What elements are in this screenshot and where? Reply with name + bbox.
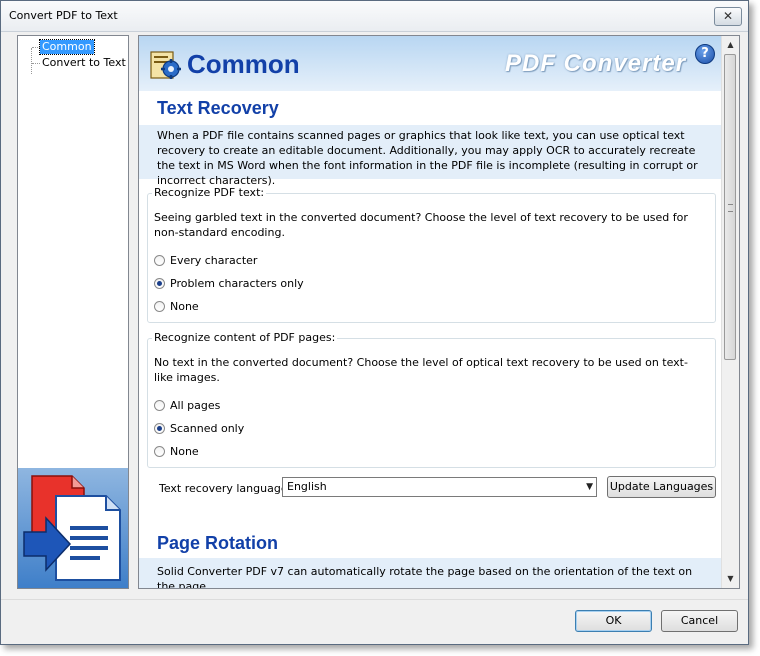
language-select[interactable]: English ▼ [282,477,597,497]
update-languages-button[interactable]: Update Languages [607,476,716,498]
radio-scanned-only[interactable]: Scanned only [154,422,244,436]
radio-none-text[interactable]: None [154,300,199,314]
ok-button[interactable]: OK [575,610,652,632]
dialog-window: Convert PDF to Text ✕ Common Convert to … [0,0,749,645]
recognize-content-group: Recognize content of PDF pages: No text … [147,331,716,468]
settings-gear-icon [149,50,181,80]
cancel-button[interactable]: Cancel [661,610,738,632]
radio-label: Scanned only [170,422,245,435]
scroll-down-icon[interactable]: ▼ [722,572,739,586]
radio-indicator [154,445,165,457]
radio-indicator [154,277,165,289]
radio-all-pages[interactable]: All pages [154,399,220,413]
recognize-text-group: Recognize PDF text: Seeing garbled text … [147,186,716,323]
footer-divider [1,599,748,600]
page-title: Common [187,49,300,79]
scroll-up-icon[interactable]: ▲ [722,38,739,52]
radio-every-character[interactable]: Every character [154,254,257,268]
radio-label: Problem characters only [170,277,304,290]
pdf-to-document-icon [18,468,128,588]
section-title-page-rotation: Page Rotation [157,533,279,553]
brand-logo: PDF Converter [505,50,687,77]
scrollbar-thumb[interactable] [724,54,736,360]
window-title: Convert PDF to Text [9,9,118,22]
chevron-down-icon: ▼ [586,482,593,492]
radio-label: All pages [170,399,221,412]
panel-header: Common PDF Converter ? [139,36,721,91]
tree-item-convert-to-text[interactable]: Convert to Text [40,56,128,70]
radio-indicator [154,422,165,434]
page-rotation-description: Solid Converter PDF v7 can automatically… [139,558,721,588]
tree-connector [32,47,40,48]
recognize-content-legend: Recognize content of PDF pages: [152,331,338,344]
title-bar[interactable]: Convert PDF to Text ✕ [1,1,748,32]
radio-indicator [154,254,165,266]
radio-problem-characters-only[interactable]: Problem characters only [154,277,304,291]
recognize-content-description: No text in the converted document? Choos… [154,356,688,384]
options-tree: Common Convert to Text [17,35,129,589]
close-icon: ✕ [722,9,734,23]
text-recovery-description: When a PDF file contains scanned pages o… [139,125,721,187]
radio-none-content[interactable]: None [154,445,199,459]
radio-label: None [170,445,199,458]
recognize-text-legend: Recognize PDF text: [152,186,267,199]
tree-connector [32,63,40,64]
radio-label: None [170,300,199,313]
help-icon[interactable]: ? [695,44,715,64]
section-title-text-recovery: Text Recovery [157,98,279,118]
panel-scroll-content: Common PDF Converter ? Text Recovery Whe… [139,36,721,588]
radio-indicator [154,300,165,312]
language-value: English [287,480,327,493]
grip-icon [728,204,733,212]
radio-label: Every character [170,254,258,267]
vertical-scrollbar[interactable]: ▲ ▼ [721,36,739,588]
tree-item-common[interactable]: Common [39,39,95,55]
recognize-text-description: Seeing garbled text in the converted doc… [154,211,688,239]
close-button[interactable]: ✕ [714,7,742,26]
radio-indicator [154,399,165,411]
language-label: Text recovery language: [159,482,292,495]
settings-panel: Common PDF Converter ? Text Recovery Whe… [138,35,740,589]
